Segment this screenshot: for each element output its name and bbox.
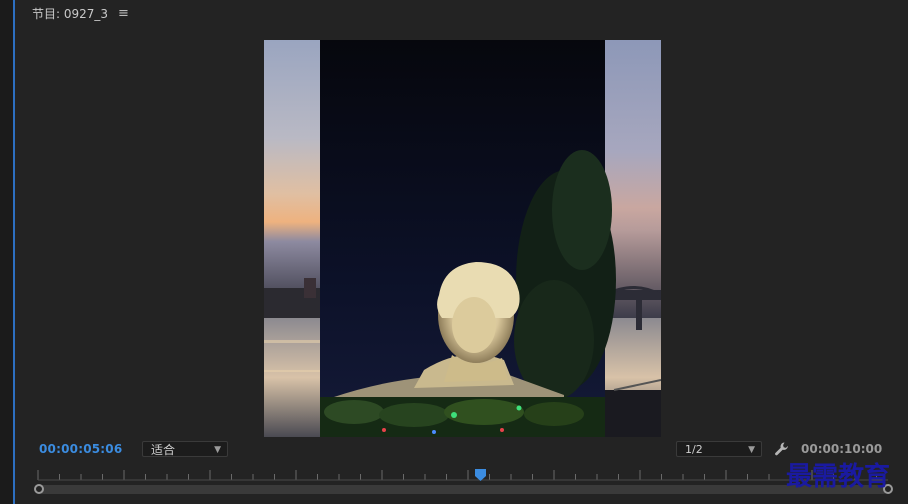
duration-timecode: 00:00:10:00: [801, 442, 883, 456]
playhead-marker[interactable]: [475, 469, 486, 481]
playback-resolution-dropdown[interactable]: 1/2 ▼: [676, 441, 762, 457]
watermark-logo: 最需教育: [786, 462, 891, 492]
panel-menu-icon[interactable]: ≡: [118, 6, 129, 21]
zoom-scrollbar-left-handle[interactable]: [34, 484, 44, 494]
panel-title: 节目: 0927_3: [32, 6, 109, 21]
chevron-down-icon: ▼: [748, 445, 755, 455]
zoom-scrollbar-track[interactable]: [38, 485, 888, 494]
chevron-down-icon: ▼: [214, 445, 221, 455]
zoom-level-value: 适合: [151, 443, 176, 457]
zoom-level-dropdown[interactable]: 适合 ▼: [142, 441, 228, 457]
wrench-settings-icon[interactable]: [774, 441, 790, 457]
current-timecode[interactable]: 00:00:05:06: [39, 442, 122, 456]
resolution-value: 1/2: [685, 443, 703, 456]
left-panel-edge: [0, 0, 15, 504]
program-viewer[interactable]: [264, 40, 661, 437]
panel-header: 节目: 0927_3 ≡: [32, 4, 129, 22]
time-ruler[interactable]: [28, 468, 892, 482]
video-frame: [264, 40, 661, 437]
